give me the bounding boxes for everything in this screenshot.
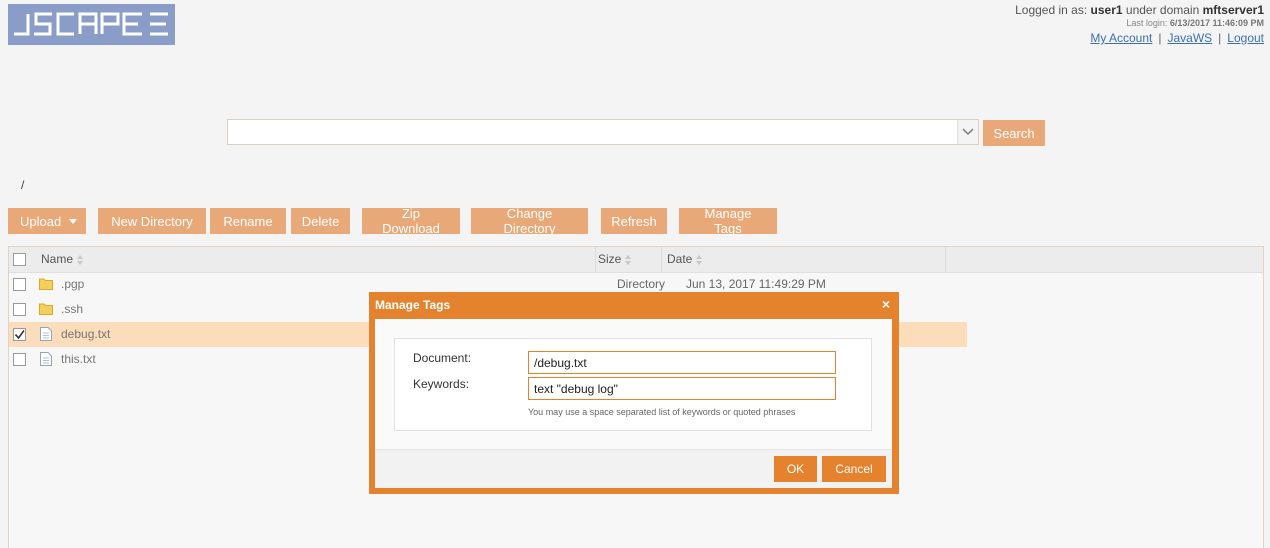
logout-link[interactable]: Logout xyxy=(1227,31,1264,45)
dialog-title: Manage Tags xyxy=(375,298,451,312)
caret-down-icon xyxy=(69,218,78,224)
ok-button[interactable]: OK xyxy=(774,456,817,482)
link-separator: | xyxy=(1218,31,1222,45)
row-checkbox[interactable] xyxy=(13,303,26,316)
file-icon xyxy=(40,327,52,341)
checkmark-icon xyxy=(14,330,25,340)
column-divider[interactable] xyxy=(945,247,946,272)
sort-icon xyxy=(625,254,632,265)
new-directory-button[interactable]: New Directory xyxy=(98,208,206,234)
column-date-label: Date xyxy=(667,252,693,266)
domain-prefix: under domain xyxy=(1125,3,1200,17)
logged-in-prefix: Logged in as: xyxy=(1015,3,1088,17)
refresh-button[interactable]: Refresh xyxy=(601,208,667,234)
rename-button[interactable]: Rename xyxy=(210,208,286,234)
row-checkbox-checked[interactable] xyxy=(13,328,26,341)
folder-icon xyxy=(39,303,53,315)
column-header-name[interactable]: Name xyxy=(41,247,84,272)
column-size-label: Size xyxy=(598,252,622,266)
file-name[interactable]: this.txt xyxy=(61,347,96,372)
last-login-value: 6/13/2017 11:46:09 PM xyxy=(1169,18,1264,28)
keywords-field[interactable] xyxy=(528,377,836,400)
file-name[interactable]: .ssh xyxy=(61,297,83,322)
dialog-body: Document: Keywords: You may use a space … xyxy=(375,319,892,488)
delete-button[interactable]: Delete xyxy=(291,208,350,234)
search-dropdown-toggle[interactable] xyxy=(957,120,978,144)
column-header-size[interactable]: Size xyxy=(598,247,632,272)
breadcrumb[interactable]: / xyxy=(21,178,24,192)
my-account-link[interactable]: My Account xyxy=(1090,31,1152,45)
link-separator: | xyxy=(1158,31,1162,45)
javaws-link[interactable]: JavaWS xyxy=(1167,31,1212,45)
upload-button[interactable]: Upload xyxy=(8,208,86,234)
column-header-date[interactable]: Date xyxy=(667,247,703,272)
login-info: Logged in as: user1 under domain mftserv… xyxy=(1015,4,1264,45)
upload-button-label: Upload xyxy=(20,213,62,229)
zip-download-button[interactable]: Zip Download xyxy=(362,206,460,236)
document-field[interactable] xyxy=(528,351,836,374)
file-name[interactable]: debug.txt xyxy=(61,322,110,347)
manage-tags-dialog: Manage Tags × Document: Keywords: You ma… xyxy=(369,292,899,494)
last-login-label: Last login: xyxy=(1126,18,1168,28)
row-checkbox[interactable] xyxy=(13,353,26,366)
search-input[interactable] xyxy=(228,120,958,144)
folder-icon xyxy=(39,278,53,290)
search-button[interactable]: Search xyxy=(983,120,1045,146)
table-header: Name Size Date xyxy=(9,247,1263,273)
cancel-button[interactable]: Cancel xyxy=(822,456,886,482)
change-directory-button[interactable]: Change Directory xyxy=(471,206,588,236)
keywords-hint: You may use a space separated list of ke… xyxy=(528,407,796,417)
document-label: Document: xyxy=(413,351,472,365)
column-divider[interactable] xyxy=(661,247,662,272)
manage-tags-button[interactable]: Manage Tags xyxy=(679,206,777,236)
domain-name: mftserver1 xyxy=(1202,3,1264,17)
close-icon[interactable]: × xyxy=(882,296,890,312)
select-all-checkbox[interactable] xyxy=(13,253,26,266)
file-icon xyxy=(40,352,52,366)
column-name-label: Name xyxy=(41,252,74,266)
jscape-logo xyxy=(8,4,175,45)
account-links: My Account | JavaWS | Logout xyxy=(1015,32,1264,45)
chevron-down-icon xyxy=(962,128,974,136)
row-checkbox[interactable] xyxy=(13,278,26,291)
sort-icon xyxy=(77,254,84,265)
sort-icon xyxy=(696,254,703,265)
tags-form: Document: Keywords: You may use a space … xyxy=(394,338,872,431)
keywords-label: Keywords: xyxy=(413,377,470,391)
dialog-footer: OK Cancel xyxy=(375,449,892,488)
column-divider[interactable] xyxy=(595,247,596,272)
file-name[interactable]: .pgp xyxy=(61,272,84,297)
search-box xyxy=(227,119,979,145)
username: user1 xyxy=(1090,3,1123,17)
